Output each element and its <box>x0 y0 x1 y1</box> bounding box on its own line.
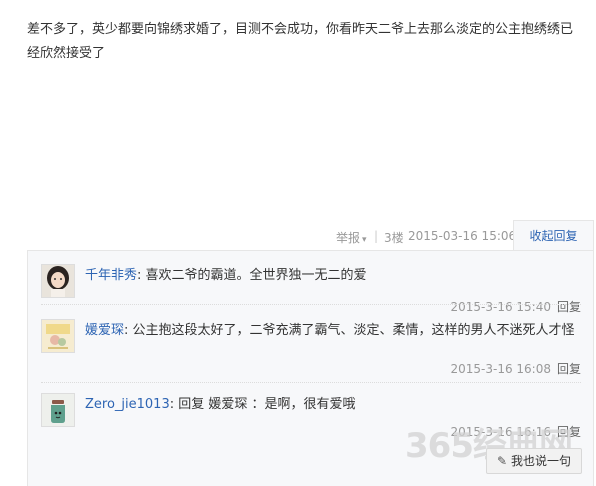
reply-footer: 2015-3-16 15:40 回复 <box>450 298 581 315</box>
reply-content: 千年非秀: 喜欢二爷的霸道。全世界独一无二的爱 <box>85 265 581 287</box>
reply-text: 公主抱这段太好了，二爷充满了霸气、淡定、柔情，这样的男人不迷死人才怪 <box>128 323 575 338</box>
add-reply-button[interactable]: ✎ 我也说一句 <box>486 448 582 474</box>
reply-button[interactable]: 回复 <box>557 300 581 314</box>
report-link[interactable]: 举报 ▾ <box>336 229 367 246</box>
reply-time: 2015-3-16 15:40 <box>450 300 551 314</box>
divider <box>41 304 581 305</box>
post-content: 差不多了，英少都要向锦绣求婚了，目测不会成功，你看昨天二爷上去那么淡定的公主抱绣… <box>27 22 574 61</box>
reply-username[interactable]: 媛爱琛 <box>85 323 124 338</box>
reply-footer: 2015-3-16 16:08 回复 <box>450 360 581 377</box>
illustration-avatar-icon[interactable] <box>41 319 75 353</box>
report-label: 举报 <box>336 231 361 245</box>
divider <box>41 382 581 383</box>
floor-number: 3楼 <box>384 231 404 245</box>
post-meta-bar: 举报 ▾ | 3楼 2015-03-16 15:06 收起回复 <box>0 220 596 251</box>
reply-username[interactable]: Zero_jie1013 <box>85 397 170 412</box>
jar-avatar-icon[interactable] <box>41 393 75 427</box>
reply-time: 2015-3-16 16:08 <box>450 362 551 376</box>
reply-item: 千年非秀: 喜欢二爷的霸道。全世界独一无二的爱 2015-3-16 15:40 回… <box>41 264 581 324</box>
reply-content: Zero_jie1013: 回复 媛爱琛 ：是啊，很有爱哦 <box>85 394 581 416</box>
pen-icon: ✎ <box>496 454 508 468</box>
separator: | <box>374 229 379 243</box>
add-reply-label: 我也说一句 <box>511 454 572 468</box>
chevron-down-icon: ▾ <box>362 235 367 245</box>
girl-avatar-icon[interactable] <box>41 264 75 298</box>
post-date: 2015-03-16 15:06 <box>408 229 517 243</box>
reply-text: 回复 媛爱琛 ：是啊，很有爱哦 <box>174 397 356 412</box>
collapse-replies-button[interactable]: 收起回复 <box>513 220 594 251</box>
reply-item: 媛爱琛: 公主抱这段太好了，二爷充满了霸气、淡定、柔情，这样的男人不迷死人才怪 … <box>41 319 581 389</box>
reply-username[interactable]: 千年非秀 <box>85 268 137 283</box>
reply-button[interactable]: 回复 <box>557 362 581 376</box>
reply-text: 喜欢二爷的霸道。全世界独一无二的爱 <box>141 268 367 283</box>
reply-content: 媛爱琛: 公主抱这段太好了，二爷充满了霸气、淡定、柔情，这样的男人不迷死人才怪 <box>85 320 577 342</box>
